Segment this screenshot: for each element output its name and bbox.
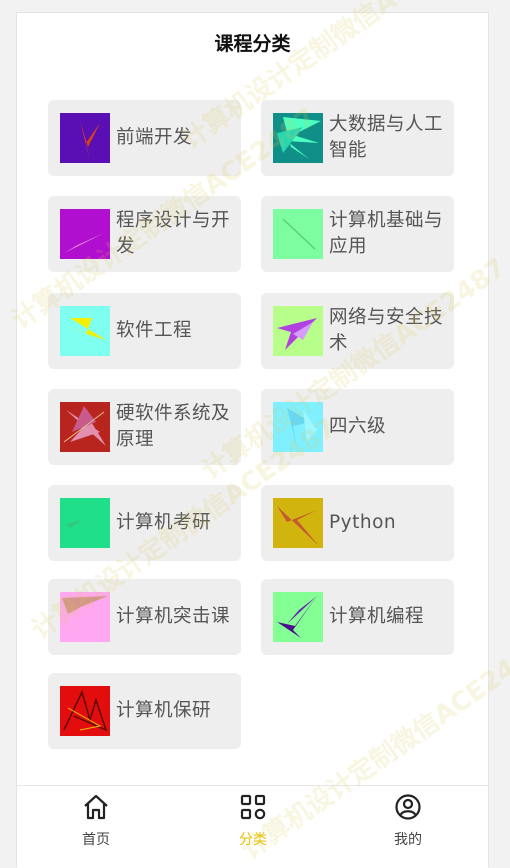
abstract-thumbnail-icon (273, 402, 323, 452)
category-card-cet[interactable]: 四六级 (261, 389, 454, 465)
category-label: 计算机突击课 (116, 606, 231, 627)
abstract-thumbnail-icon (60, 402, 110, 452)
tab-label: 分类 (239, 832, 267, 848)
abstract-thumbnail-icon (273, 498, 323, 548)
abstract-thumbnail-icon (273, 592, 323, 642)
category-card-coding[interactable]: 计算机编程 (261, 579, 454, 655)
category-label: 程序设计与开发 (116, 210, 231, 257)
category-card-hardware-software[interactable]: 硬软件系统及原理 (48, 389, 241, 465)
category-card-frontend[interactable]: 前端开发 (48, 100, 241, 176)
category-grid-icon (239, 793, 267, 821)
user-profile-icon (394, 793, 422, 821)
abstract-thumbnail-icon (60, 498, 110, 548)
abstract-thumbnail-icon (60, 592, 110, 642)
abstract-thumbnail-icon (60, 686, 110, 736)
category-label: 硬软件系统及原理 (116, 403, 231, 450)
tab-category[interactable]: 分类 (193, 786, 313, 856)
category-card-network-security[interactable]: 网络与安全技术 (261, 293, 454, 369)
bottom-tab-bar: 首页 分类 我的 (17, 785, 488, 868)
tab-profile[interactable]: 我的 (348, 786, 468, 856)
category-card-programming[interactable]: 程序设计与开发 (48, 196, 241, 272)
abstract-thumbnail-icon (273, 113, 323, 163)
category-card-crash-course[interactable]: 计算机突击课 (48, 579, 241, 655)
category-grid: 前端开发 大数据与人工智能 程序设计与开发 计算机基础与应用 软件工程 网络与安… (17, 13, 488, 793)
category-card-postgrad-recommend[interactable]: 计算机保研 (48, 673, 241, 749)
tab-label: 我的 (394, 832, 422, 848)
category-label: 计算机保研 (116, 700, 212, 721)
category-label: 网络与安全技术 (329, 307, 444, 354)
category-label: 计算机编程 (329, 606, 425, 627)
category-label: 前端开发 (116, 127, 193, 148)
abstract-thumbnail-icon (273, 306, 323, 356)
category-label: 计算机考研 (116, 512, 212, 533)
category-label: 四六级 (329, 416, 387, 437)
category-card-bigdata-ai[interactable]: 大数据与人工智能 (261, 100, 454, 176)
category-card-python[interactable]: Python (261, 485, 454, 561)
tab-home[interactable]: 首页 (36, 786, 156, 856)
home-icon (82, 793, 110, 821)
category-label: 计算机基础与应用 (329, 210, 444, 257)
abstract-thumbnail-icon (60, 209, 110, 259)
category-card-cs-basics[interactable]: 计算机基础与应用 (261, 196, 454, 272)
category-label: Python (329, 512, 397, 533)
abstract-thumbnail-icon (60, 113, 110, 163)
abstract-thumbnail-icon (60, 306, 110, 356)
category-card-software-eng[interactable]: 软件工程 (48, 293, 241, 369)
category-label: 软件工程 (116, 320, 193, 341)
app-screen: 课程分类 前端开发 大数据与人工智能 程序设计与开发 计算机基础与应用 软件工程… (16, 12, 489, 868)
category-label: 大数据与人工智能 (329, 114, 444, 161)
category-card-postgrad-exam[interactable]: 计算机考研 (48, 485, 241, 561)
abstract-thumbnail-icon (273, 209, 323, 259)
tab-label: 首页 (82, 832, 110, 848)
